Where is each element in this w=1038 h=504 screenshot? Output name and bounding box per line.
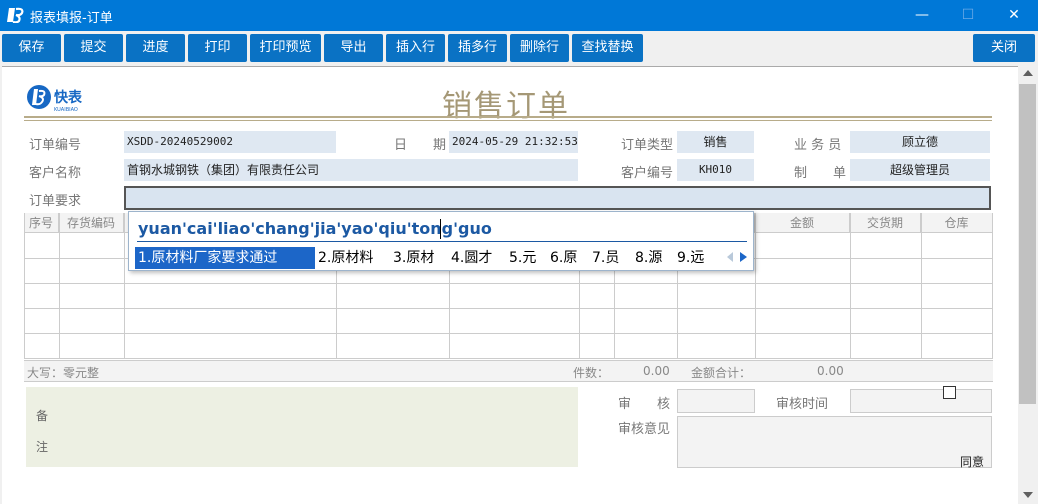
- svg-text:快表: 快表: [54, 89, 83, 106]
- ime-candidate-9[interactable]: 9.远: [677, 247, 704, 269]
- ime-candidate-3[interactable]: 3.原材: [393, 247, 434, 269]
- customer-name-field[interactable]: 首钢水城钢铁（集团）有限责任公司: [124, 159, 578, 181]
- toolbar: 保存 提交 进度 打印 打印预览 导出 插入行 插多行 删除行 查找替换 关闭: [0, 31, 1038, 65]
- maximize-button[interactable]: ☐: [945, 0, 991, 31]
- order-type-field[interactable]: 销售: [677, 131, 754, 153]
- order-type-label: 订单类型: [621, 138, 674, 153]
- ime-candidate-7[interactable]: 7.员: [592, 247, 619, 269]
- ime-candidate-4[interactable]: 4.圆才: [451, 247, 492, 269]
- title-divider: [24, 116, 992, 118]
- review-time-field[interactable]: [850, 389, 992, 413]
- requirements-label: 订单要求: [29, 194, 82, 209]
- total-label: 金额合计：: [691, 366, 752, 380]
- print-preview-button[interactable]: 打印预览: [250, 34, 321, 62]
- grid-line: [921, 213, 922, 359]
- table-row[interactable]: [24, 309, 993, 334]
- print-button[interactable]: 打印: [188, 34, 247, 62]
- col-header-amount: 金额: [755, 213, 850, 233]
- remarks-box[interactable]: 备 注: [26, 387, 578, 467]
- ime-prev-page-icon[interactable]: [727, 252, 733, 262]
- progress-button[interactable]: 进度: [126, 34, 185, 62]
- customer-no-label: 客户编号: [621, 166, 674, 181]
- delete-row-button[interactable]: 删除行: [510, 34, 569, 62]
- form-area: 快表 KUAIBIAO 销售订单 订单编号 XSDD-20240529002 日…: [2, 66, 1018, 504]
- total-value: 0.00: [817, 364, 844, 378]
- title-divider-thin: [24, 120, 992, 121]
- save-button[interactable]: 保存: [2, 34, 61, 62]
- grid-line: [755, 213, 756, 359]
- ime-candidate-popup: yuan'cai'liao'chang'jia'yao'qiu'tong'guo…: [128, 211, 754, 271]
- insert-row-button[interactable]: 插入行: [386, 34, 445, 62]
- review-opinion-field[interactable]: [677, 416, 992, 468]
- scroll-down-arrow-icon[interactable]: [1023, 492, 1033, 498]
- maker-label: 制 单: [794, 166, 847, 181]
- date-field[interactable]: 2024-05-29 21:32:53: [449, 131, 578, 153]
- grid-line: [24, 213, 25, 359]
- review-time-label: 审核时间: [776, 397, 829, 412]
- ime-divider: [137, 241, 747, 242]
- col-header-item-code: 存货编码: [59, 213, 124, 233]
- submit-button[interactable]: 提交: [64, 34, 123, 62]
- table-row[interactable]: [24, 284, 993, 309]
- reviewer-label: 审 核: [618, 397, 671, 412]
- remarks-label-2: 注: [36, 440, 49, 454]
- close-button[interactable]: 关闭: [973, 34, 1035, 62]
- amount-in-words: 大写：零元整: [27, 366, 100, 380]
- agree-label: 同意: [960, 455, 985, 469]
- ime-candidate-2[interactable]: 2.原材料: [318, 247, 373, 269]
- count-label: 件数：: [573, 366, 610, 380]
- app-icon: [7, 7, 24, 23]
- grid-line: [992, 213, 993, 359]
- col-header-warehouse: 仓库: [921, 213, 993, 233]
- salesperson-label: 业 务 员: [794, 138, 842, 153]
- col-header-delivery-date: 交货期: [850, 213, 921, 233]
- maker-field[interactable]: 超级管理员: [850, 159, 990, 181]
- form-title: 销售订单: [442, 89, 570, 124]
- table-row[interactable]: [24, 334, 993, 359]
- ime-candidate-5[interactable]: 5.元: [509, 247, 536, 269]
- requirements-input[interactable]: [124, 186, 991, 210]
- grid-line: [850, 213, 851, 359]
- agree-checkbox[interactable]: [943, 386, 956, 399]
- order-no-label: 订单编号: [29, 138, 82, 153]
- summary-bar: 大写：零元整 件数： 0.00 金额合计： 0.00: [24, 360, 993, 382]
- scroll-up-arrow-icon[interactable]: [1023, 70, 1033, 76]
- ime-candidate-6[interactable]: 6.原: [550, 247, 577, 269]
- find-replace-button[interactable]: 查找替换: [572, 34, 643, 62]
- kuaibiao-logo: 快表 KUAIBIAO: [27, 85, 83, 113]
- col-header-seq: 序号: [24, 213, 59, 233]
- ime-candidate-8[interactable]: 8.源: [635, 247, 662, 269]
- order-no-field[interactable]: XSDD-20240529002: [124, 131, 336, 153]
- customer-no-field[interactable]: KH010: [677, 159, 754, 181]
- grid-line: [59, 213, 60, 359]
- minimize-button[interactable]: —: [899, 0, 945, 31]
- review-opinion-label: 审核意见: [618, 422, 671, 437]
- title-bar: 报表填报-订单 — ☐ ✕: [0, 0, 1038, 31]
- close-window-button[interactable]: ✕: [991, 0, 1037, 31]
- svg-text:KUAIBIAO: KUAIBIAO: [54, 107, 78, 113]
- scroll-thumb[interactable]: [1019, 84, 1036, 404]
- window-title: 报表填报-订单: [30, 11, 113, 26]
- salesperson-field[interactable]: 顾立德: [850, 131, 990, 153]
- ime-next-page-icon[interactable]: [740, 252, 747, 262]
- export-button[interactable]: 导出: [324, 34, 383, 62]
- ime-caret: [440, 219, 441, 239]
- remarks-label-1: 备: [36, 409, 49, 423]
- date-label: 日 期: [394, 138, 447, 153]
- insert-multiple-rows-button[interactable]: 插多行: [448, 34, 507, 62]
- reviewer-field[interactable]: [677, 389, 755, 413]
- grid-line: [124, 213, 125, 359]
- customer-name-label: 客户名称: [29, 166, 82, 181]
- ime-candidate-1[interactable]: 1.原材料厂家要求通过: [135, 247, 315, 269]
- ime-pinyin-composition: yuan'cai'liao'chang'jia'yao'qiu'tong'guo: [138, 219, 492, 238]
- vertical-scrollbar[interactable]: [1018, 66, 1038, 504]
- count-value: 0.00: [643, 364, 670, 378]
